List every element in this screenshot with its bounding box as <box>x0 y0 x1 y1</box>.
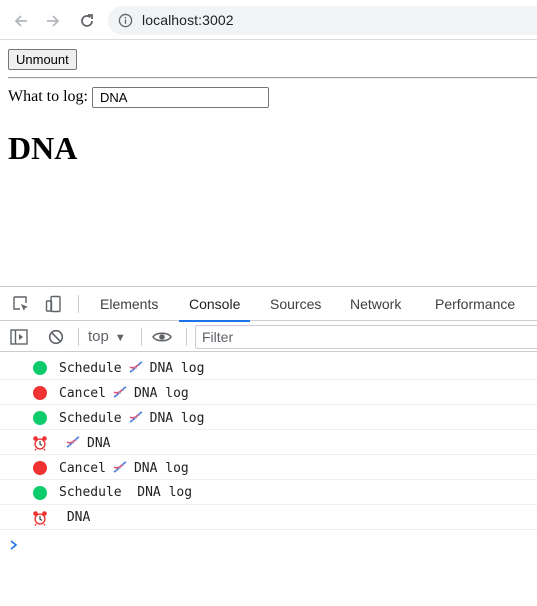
message-value: DNA log <box>149 411 205 426</box>
browser-toolbar: localhost:3002 <box>0 0 537 40</box>
console-message: Schedule DNA log <box>0 355 537 380</box>
message-label: Schedule <box>59 361 122 376</box>
console-message: Schedule DNA log <box>0 480 537 505</box>
devtools-panel: Elements Console Sources Network Perform… <box>0 286 537 606</box>
console-message: Cancel DNA log <box>0 380 537 405</box>
tab-network[interactable]: Network <box>340 287 411 321</box>
console-message: DNA <box>0 430 537 455</box>
console-messages: Schedule DNA log Cancel DNA log Schedule DNA … <box>0 355 537 530</box>
console-message-text: Cancel DNA log <box>59 460 189 477</box>
tab-console[interactable]: Console <box>179 287 251 322</box>
context-selector[interactable]: top ▼ <box>88 327 126 347</box>
console-message: DNA <box>0 505 537 530</box>
message-label: Cancel <box>59 461 106 476</box>
dna-icon <box>128 410 144 424</box>
device-toolbar-icon[interactable] <box>44 294 64 314</box>
inspect-element-icon[interactable] <box>11 294 31 314</box>
console-message-text: Schedule DNA log <box>59 410 204 427</box>
dna-icon <box>128 360 144 374</box>
tab-performance[interactable]: Performance <box>425 287 525 321</box>
dna-icon <box>112 385 128 399</box>
page-heading: DNA <box>8 130 78 166</box>
message-value: DNA log <box>133 386 189 401</box>
toolbar-divider <box>78 295 79 313</box>
toolbar-divider <box>78 328 79 346</box>
alarm-clock-icon <box>32 510 48 526</box>
unmount-button[interactable]: Unmount <box>8 49 77 70</box>
caret-down-icon: ▼ <box>114 332 126 344</box>
devtools-tab-bar: Elements Console Sources Network Perform… <box>0 287 537 322</box>
dna-icon <box>65 435 81 449</box>
live-expression-eye-icon[interactable] <box>152 328 172 346</box>
page-content: Unmount What to log: DNA <box>0 41 537 286</box>
message-label: Schedule <box>59 411 122 426</box>
toolbar-divider <box>141 328 142 346</box>
green-circle-icon <box>33 486 47 500</box>
back-arrow-icon[interactable] <box>10 10 32 32</box>
sidebar-toggle-icon[interactable] <box>9 328 29 346</box>
console-toolbar: top ▼ <box>0 322 537 352</box>
green-circle-icon <box>33 361 47 375</box>
console-message: Cancel DNA log <box>0 455 537 480</box>
message-value: DNA log <box>149 361 205 376</box>
message-value: DNA <box>87 436 111 451</box>
tab-elements[interactable]: Elements <box>90 287 168 321</box>
console-message-text: Schedule DNA log <box>59 485 192 501</box>
filter-input[interactable] <box>196 326 537 348</box>
dna-icon <box>112 460 128 474</box>
message-label: Schedule <box>59 485 122 500</box>
toolbar-divider <box>186 328 187 346</box>
site-info-icon[interactable] <box>118 13 133 33</box>
address-bar[interactable]: localhost:3002 <box>108 6 537 35</box>
console-message-text: Schedule DNA log <box>59 360 204 377</box>
tab-sources[interactable]: Sources <box>260 287 331 321</box>
console-message: Schedule DNA log <box>0 405 537 430</box>
console-message-text: DNA <box>59 510 90 526</box>
forward-arrow-icon[interactable] <box>42 10 64 32</box>
red-circle-icon <box>33 386 47 400</box>
url-text: localhost:3002 <box>142 12 234 28</box>
console-message-text: Cancel DNA log <box>59 385 189 402</box>
console-message-text: DNA <box>59 435 110 452</box>
filter-box <box>195 325 537 349</box>
message-value: DNA log <box>133 461 189 476</box>
console-prompt-chevron-icon[interactable] <box>8 538 20 550</box>
log-text-input[interactable] <box>92 87 269 108</box>
message-value: DNA log <box>137 485 193 500</box>
clear-console-icon[interactable] <box>46 328 66 346</box>
green-circle-icon <box>33 411 47 425</box>
log-field-label: What to log: <box>8 88 88 105</box>
red-circle-icon <box>33 461 47 475</box>
divider <box>8 77 537 79</box>
reload-icon[interactable] <box>76 10 98 32</box>
message-value: DNA <box>66 510 91 525</box>
context-selector-value: top <box>88 328 109 345</box>
message-label: Cancel <box>59 386 106 401</box>
alarm-clock-icon <box>32 435 48 451</box>
